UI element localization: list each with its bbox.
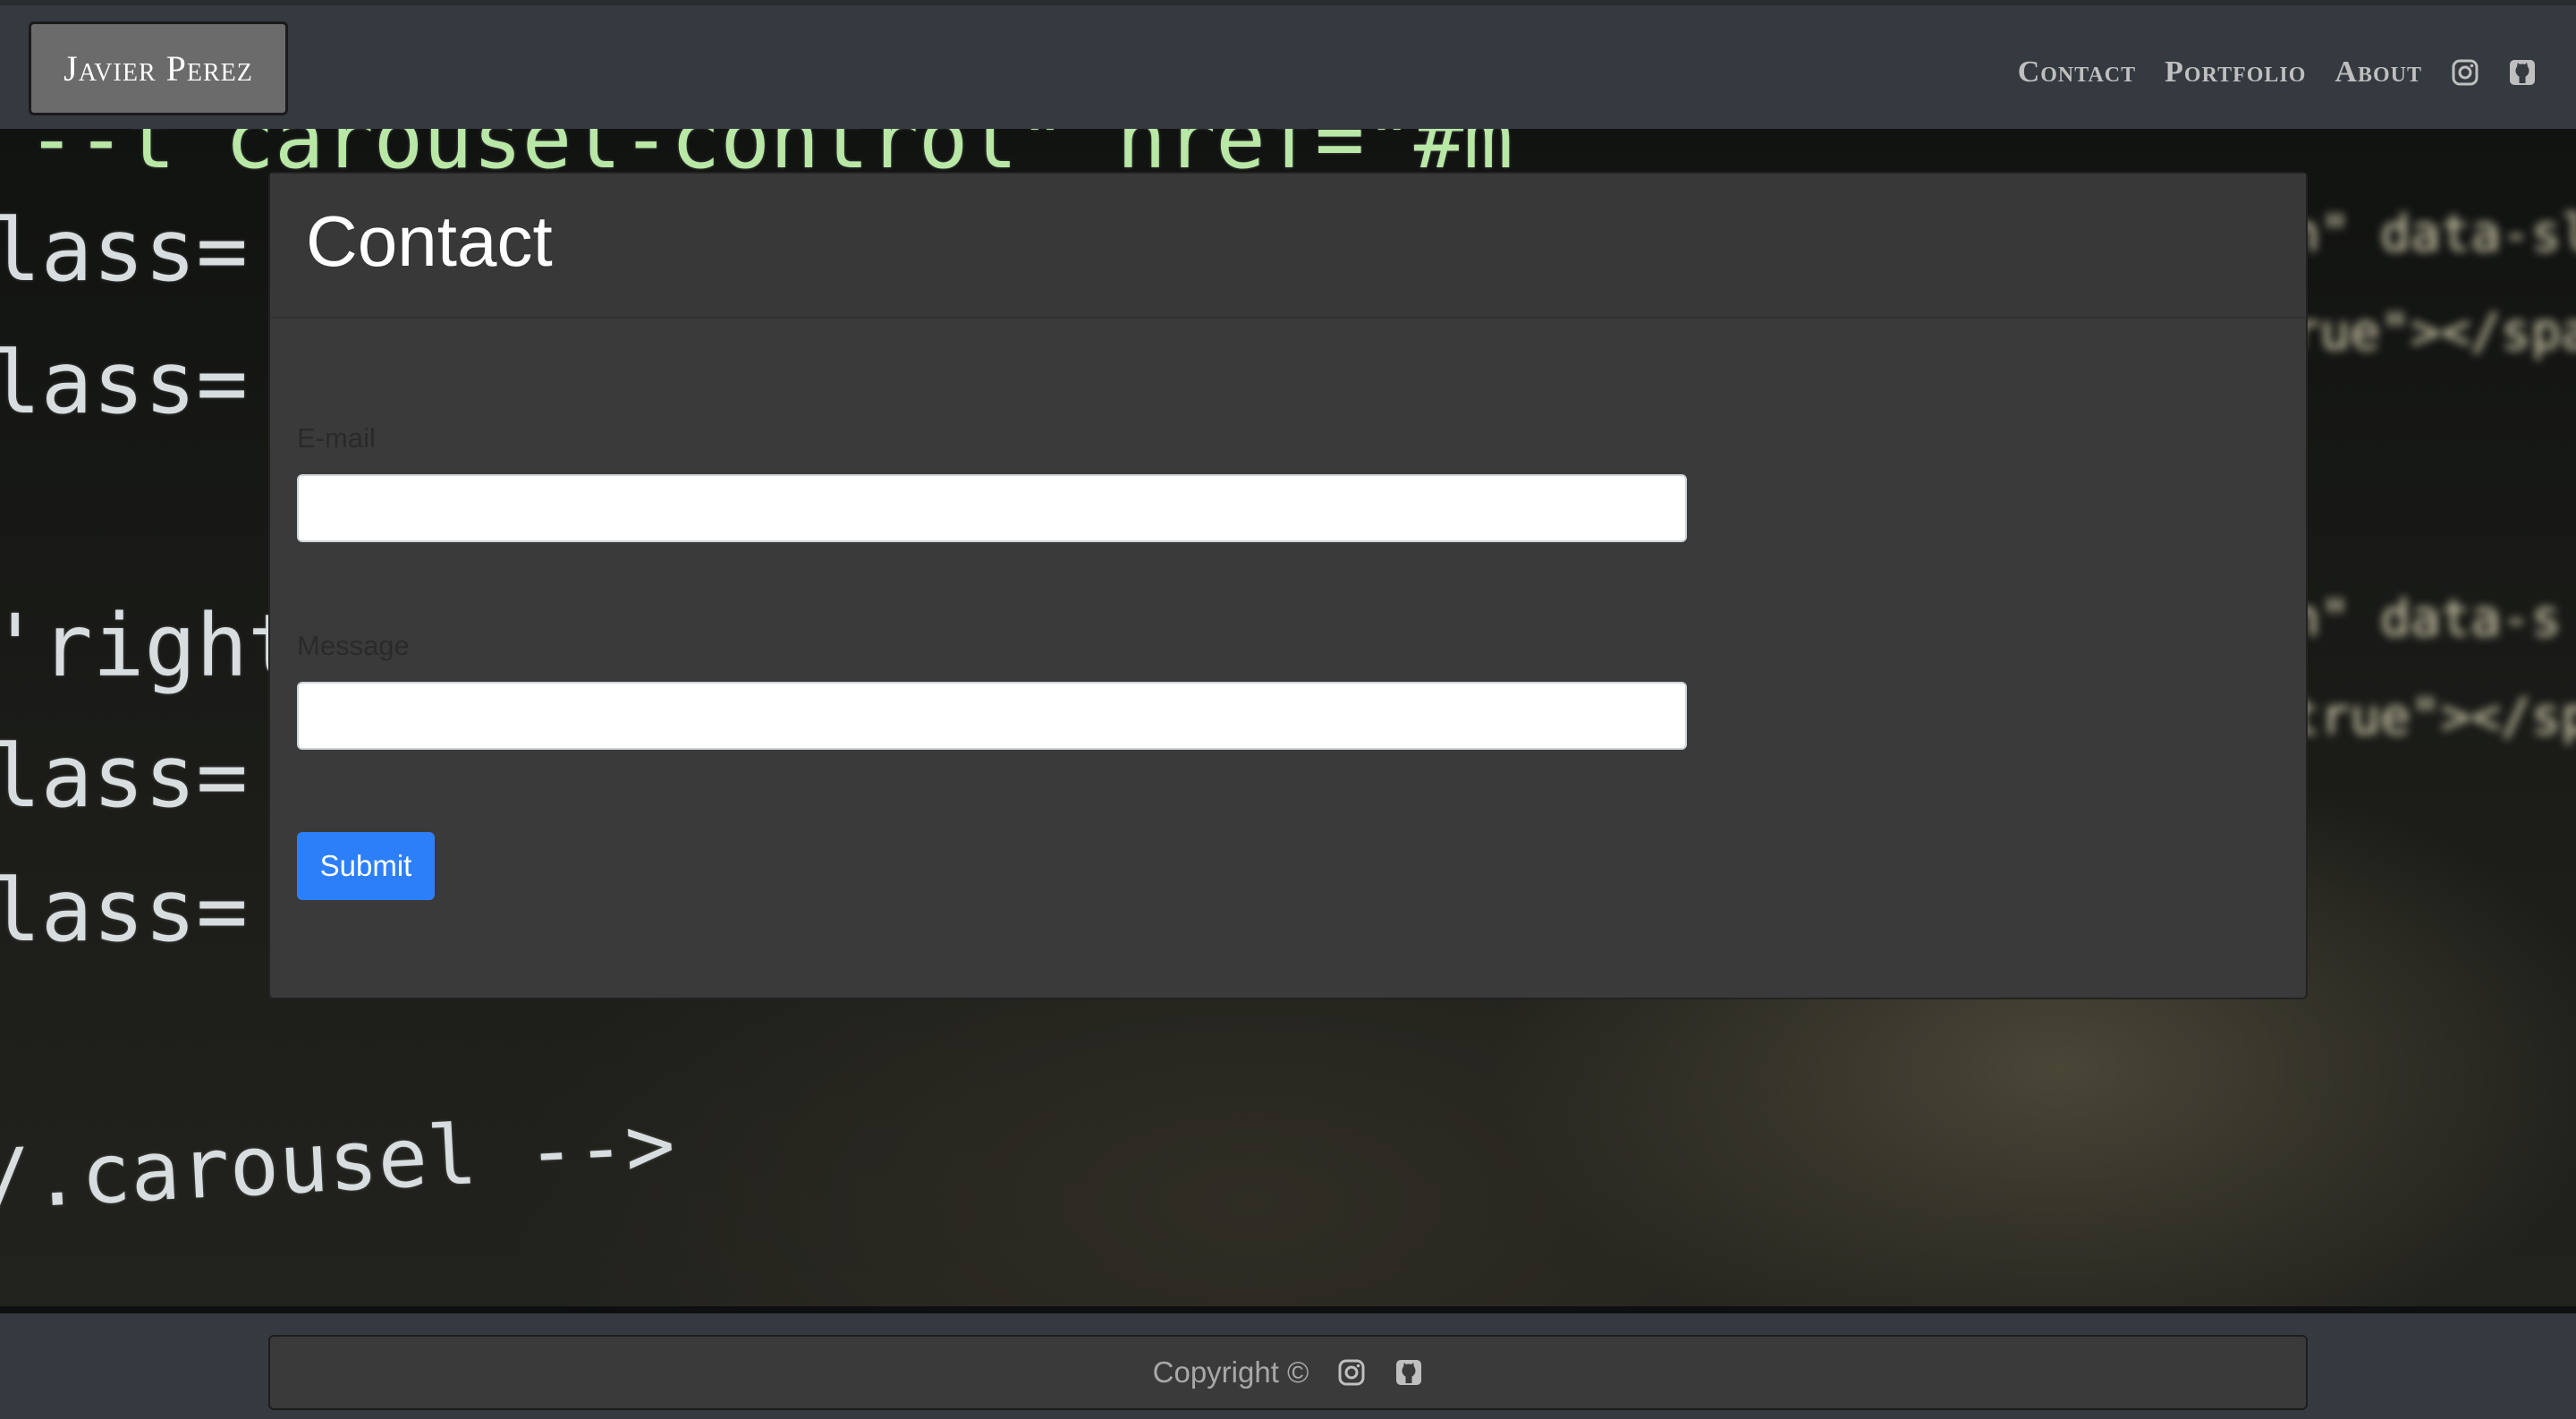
contact-card: Contact E-mail Message Submit: [268, 172, 2308, 999]
footer-box: Copyright ©: [268, 1335, 2308, 1410]
submit-button[interactable]: Submit: [297, 832, 435, 900]
code-line: 'right: [0, 596, 300, 696]
code-line-blurred: n" data-s: [2290, 590, 2562, 648]
message-label: Message: [297, 630, 410, 661]
copyright-text: Copyright ©: [1152, 1355, 1309, 1389]
email-field[interactable]: [297, 474, 1687, 542]
nav-link-about[interactable]: About: [2334, 55, 2422, 89]
email-label: E-mail: [297, 422, 376, 454]
github-icon[interactable]: [1394, 1358, 1423, 1387]
nav-link-contact[interactable]: Contact: [2018, 55, 2136, 89]
top-navbar: Javier Perez Contact Portfolio About: [0, 0, 2576, 129]
code-line: lass=: [0, 333, 248, 433]
github-icon[interactable]: [2508, 58, 2537, 87]
brand-logo-button[interactable]: Javier Perez: [29, 21, 288, 115]
instagram-icon[interactable]: [1337, 1358, 1366, 1387]
instagram-icon[interactable]: [2451, 58, 2479, 87]
message-field[interactable]: [297, 682, 1687, 750]
code-line: lass=: [0, 726, 248, 827]
code-line: lass=: [0, 861, 248, 961]
nav-links: Contact Portfolio About: [2018, 41, 2537, 104]
card-header: Contact: [270, 174, 2306, 319]
code-line: lass=: [0, 200, 248, 301]
footer: Copyright ©: [0, 1306, 2576, 1419]
nav-link-portfolio[interactable]: Portfolio: [2165, 55, 2306, 89]
code-line-blurred: true"></sp: [2290, 688, 2576, 746]
code-line: /.carousel -->: [0, 1096, 678, 1228]
code-line-blurred: rue"></spa: [2290, 303, 2576, 361]
page-title: Contact: [306, 201, 553, 281]
code-line-blurred: n" data-sl: [2290, 205, 2576, 263]
